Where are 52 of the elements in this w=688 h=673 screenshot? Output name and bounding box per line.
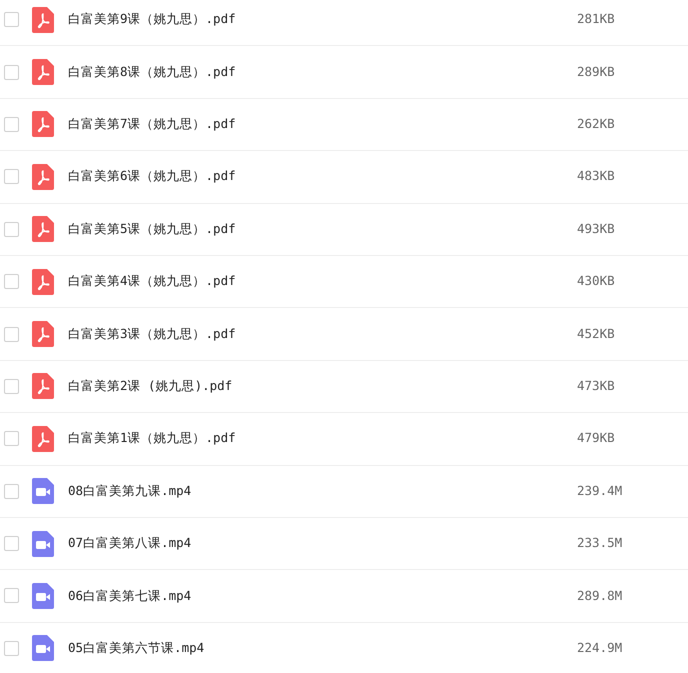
file-name[interactable]: 06白富美第七课.mp4 — [68, 586, 548, 606]
file-name[interactable]: 白富美第6课（姚九思）.pdf — [68, 167, 548, 186]
file-size: 479KB — [577, 429, 615, 448]
file-name[interactable]: 白富美第8课（姚九思）.pdf — [68, 62, 548, 82]
file-name[interactable]: 05白富美第六节课.mp4 — [68, 639, 548, 658]
video-file-icon — [32, 635, 54, 662]
checkbox[interactable] — [4, 116, 19, 132]
checkbox[interactable] — [4, 12, 19, 28]
file-size: 452KB — [577, 324, 615, 343]
file-size: 224.9M — [577, 639, 622, 657]
file-size: 289KB — [577, 62, 615, 81]
file-size: 289.8M — [577, 586, 622, 605]
checkbox[interactable] — [4, 484, 19, 499]
checkbox[interactable] — [4, 64, 19, 80]
pdf-file-icon — [32, 426, 54, 452]
checkbox[interactable] — [4, 640, 19, 656]
pdf-file-icon — [32, 111, 54, 138]
file-name[interactable]: 白富美第9课（姚九思）.pdf — [68, 10, 548, 30]
file-size: 239.4M — [577, 482, 622, 500]
pdf-file-icon — [32, 164, 54, 190]
checkbox[interactable] — [4, 274, 19, 290]
file-name[interactable]: 白富美第3课（姚九思）.pdf — [68, 324, 548, 344]
file-name[interactable]: 白富美第1课（姚九思）.pdf — [68, 429, 548, 448]
pdf-file-icon — [32, 268, 54, 295]
file-name[interactable]: 08白富美第九课.mp4 — [68, 482, 548, 501]
file-size: 233.5M — [577, 534, 622, 552]
file-size: 430KB — [577, 272, 615, 290]
file-name[interactable]: 白富美第4课（姚九思）.pdf — [68, 272, 548, 292]
checkbox[interactable] — [4, 536, 19, 552]
pdf-file-icon — [32, 216, 54, 242]
pdf-file-icon — [32, 373, 54, 400]
file-name[interactable]: 白富美第5课（姚九思）.pdf — [68, 220, 548, 239]
video-file-icon — [32, 530, 54, 557]
file-size: 473KB — [577, 377, 615, 396]
video-file-icon — [32, 582, 54, 609]
checkbox[interactable] — [4, 222, 19, 237]
pdf-file-icon — [32, 6, 54, 33]
pdf-file-icon — [32, 321, 54, 348]
file-size: 262KB — [577, 115, 615, 134]
file-name[interactable]: 白富美第7课（姚九思）.pdf — [68, 115, 548, 134]
checkbox[interactable] — [4, 326, 19, 342]
checkbox[interactable] — [4, 588, 19, 604]
file-name[interactable]: 白富美第2课 (姚九思).pdf — [68, 377, 548, 396]
file-size: 281KB — [577, 10, 615, 28]
pdf-file-icon — [32, 59, 54, 86]
checkbox[interactable] — [4, 431, 19, 446]
video-file-icon — [32, 478, 54, 504]
file-size: 483KB — [577, 167, 615, 186]
file-name[interactable]: 07白富美第八课.mp4 — [68, 534, 548, 553]
checkbox[interactable] — [4, 169, 19, 184]
file-size: 493KB — [577, 220, 615, 238]
checkbox[interactable] — [4, 378, 19, 394]
